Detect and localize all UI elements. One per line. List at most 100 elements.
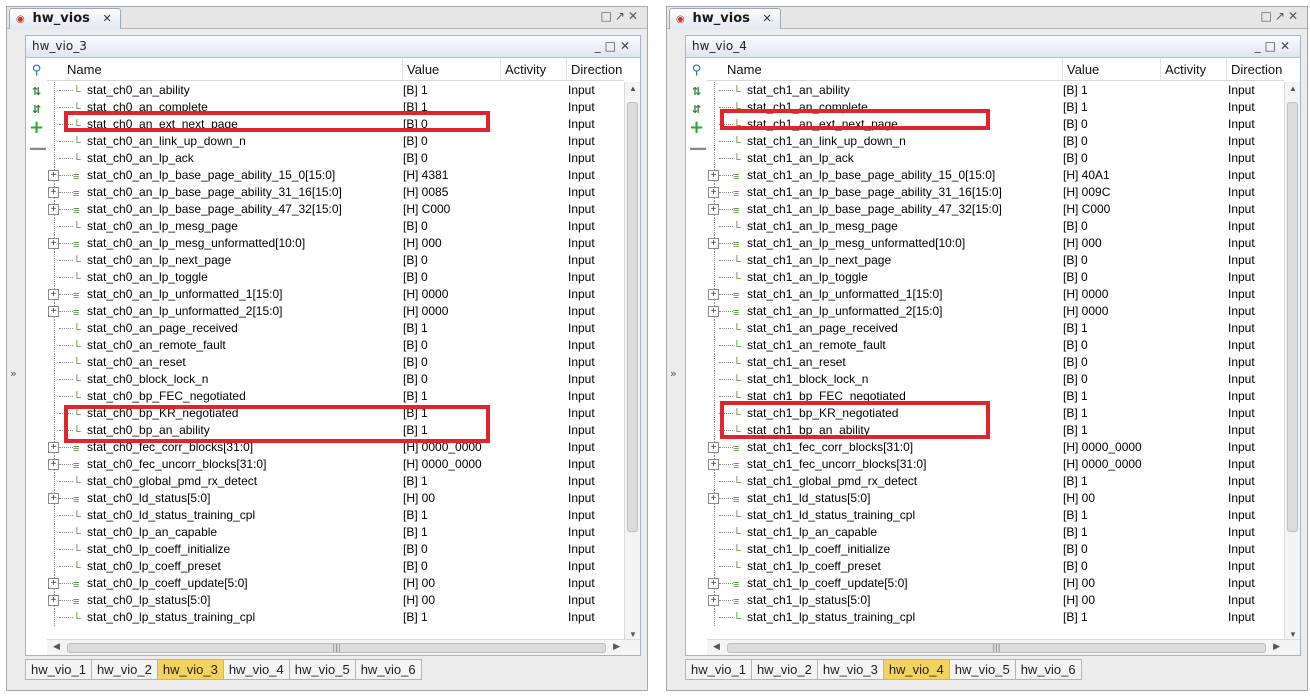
table-row[interactable]: └ stat_ch1_bp_an_ability [B] 1 Input (707, 422, 1284, 439)
probe-value[interactable]: [B] 0 (403, 269, 499, 286)
expand-node-icon[interactable]: + (48, 459, 59, 470)
expand-node-icon[interactable]: + (48, 442, 59, 453)
table-row[interactable]: └ stat_ch0_an_lp_toggle [B] 0 Input (47, 269, 624, 286)
probe-value[interactable]: [B] 1 (403, 388, 499, 405)
hw-vios-tab[interactable]: ◉ hw_vios ✕ (669, 8, 781, 29)
table-row[interactable]: + ≡ stat_ch0_fec_uncorr_blocks[31:0] [H] 00… (47, 456, 624, 473)
table-row[interactable]: + ≡ stat_ch0_an_lp_base_page_ability_15_0[… (47, 167, 624, 184)
table-row[interactable]: + ≡ stat_ch0_an_lp_base_page_ability_47_32… (47, 201, 624, 218)
probe-value[interactable]: [H] 00 (1063, 592, 1159, 609)
table-row[interactable]: └ stat_ch0_bp_KR_negotiated [B] 1 Input (47, 405, 624, 422)
table-row[interactable]: └ stat_ch0_an_reset [B] 0 Input (47, 354, 624, 371)
table-row[interactable]: └ stat_ch0_block_lock_n [B] 0 Input (47, 371, 624, 388)
probe-value[interactable]: [B] 0 (1063, 269, 1159, 286)
table-row[interactable]: └ stat_ch1_an_link_up_down_n [B] 0 Input (707, 133, 1284, 150)
remove-icon[interactable]: — (689, 140, 707, 158)
probe-value[interactable]: [B] 1 (403, 422, 499, 439)
probe-value[interactable]: [B] 0 (403, 252, 499, 269)
table-row[interactable]: └ stat_ch1_an_lp_ack [B] 0 Input (707, 150, 1284, 167)
probe-value[interactable]: [B] 0 (1063, 252, 1159, 269)
probe-value[interactable]: [H] 00 (403, 592, 499, 609)
probe-value[interactable]: [H] 0000 (403, 286, 499, 303)
tab-hw-vio-3[interactable]: hw_vio_3 (156, 659, 224, 680)
float-icon[interactable]: ↗ (615, 9, 628, 23)
probe-value[interactable]: [H] 000 (403, 235, 499, 252)
table-row[interactable]: └ stat_ch1_lp_coeff_initialize [B] 0 Input (707, 541, 1284, 558)
expand-node-icon[interactable]: + (708, 187, 719, 198)
probe-value[interactable]: [H] 009C (1063, 184, 1159, 201)
horizontal-scrollbar[interactable]: ◀ ||| ▶ (707, 639, 1300, 655)
close-icon[interactable]: ✕ (1288, 9, 1301, 23)
table-row[interactable]: + ≡ stat_ch0_fec_corr_blocks[31:0] [H] 0000… (47, 439, 624, 456)
expand-node-icon[interactable]: + (708, 442, 719, 453)
probe-value[interactable]: [B] 1 (1063, 473, 1159, 490)
tab-hw-vio-1[interactable]: hw_vio_1 (685, 659, 752, 680)
probe-value[interactable]: [B] 0 (1063, 218, 1159, 235)
table-row[interactable]: + ≡ stat_ch1_an_lp_base_page_ability_31_16… (707, 184, 1284, 201)
probe-value[interactable]: [B] 0 (403, 558, 499, 575)
table-row[interactable]: └ stat_ch0_an_link_up_down_n [B] 0 Input (47, 133, 624, 150)
restore-icon[interactable]: □ (601, 9, 615, 23)
probe-value[interactable]: [B] 1 (1063, 609, 1159, 626)
probe-value[interactable]: [B] 0 (1063, 558, 1159, 575)
probe-value[interactable]: [H] 40A1 (1063, 167, 1159, 184)
table-row[interactable]: └ stat_ch1_bp_KR_negotiated [B] 1 Input (707, 405, 1284, 422)
table-row[interactable]: + ≡ stat_ch0_lp_status[5:0] [H] 00 Input (47, 592, 624, 609)
expand-node-icon[interactable]: + (48, 289, 59, 300)
expand-all-icon[interactable]: ⇵ (29, 102, 44, 117)
tab-hw-vio-4[interactable]: hw_vio_4 (882, 659, 950, 680)
scroll-up-icon[interactable]: ▲ (629, 84, 637, 93)
probe-value[interactable]: [B] 0 (403, 218, 499, 235)
expand-node-icon[interactable]: + (48, 493, 59, 504)
probe-value[interactable]: [H] 0000 (1063, 286, 1159, 303)
probe-value[interactable]: [B] 1 (403, 82, 499, 99)
probe-value[interactable]: [B] 1 (1063, 507, 1159, 524)
probe-value[interactable]: [B] 1 (1063, 320, 1159, 337)
minimize-icon[interactable]: _ (595, 39, 605, 53)
expand-node-icon[interactable]: + (48, 595, 59, 606)
expand-node-icon[interactable]: + (48, 578, 59, 589)
probe-value[interactable]: [H] 000 (1063, 235, 1159, 252)
add-icon[interactable]: + (29, 119, 44, 137)
probe-value[interactable]: [B] 0 (403, 150, 499, 167)
table-row[interactable]: └ stat_ch0_an_remote_fault [B] 0 Input (47, 337, 624, 354)
probe-value[interactable]: [B] 1 (403, 507, 499, 524)
probe-value[interactable]: [B] 0 (1063, 541, 1159, 558)
expand-node-icon[interactable]: + (708, 493, 719, 504)
float-icon[interactable]: ↗ (1275, 9, 1288, 23)
expand-node-icon[interactable]: + (708, 459, 719, 470)
vertical-scrollbar[interactable]: ▲ ▼ (1284, 82, 1300, 641)
scroll-right-icon[interactable]: ▶ (613, 642, 620, 652)
probe-value[interactable]: [H] 0000_0000 (403, 456, 499, 473)
maximize-icon[interactable]: □ (1265, 39, 1280, 53)
restore-icon[interactable]: □ (1261, 9, 1275, 23)
table-row[interactable]: + ≡ stat_ch1_an_lp_mesg_unformatted[10:0] [… (707, 235, 1284, 252)
table-row[interactable]: └ stat_ch1_block_lock_n [B] 0 Input (707, 371, 1284, 388)
tab-hw-vio-5[interactable]: hw_vio_5 (288, 659, 356, 680)
table-row[interactable]: + ≡ stat_ch0_an_lp_mesg_unformatted[10:0] [… (47, 235, 624, 252)
table-row[interactable]: + ≡ stat_ch1_lp_status[5:0] [H] 00 Input (707, 592, 1284, 609)
probe-value[interactable]: [B] 1 (403, 524, 499, 541)
expand-node-icon[interactable]: + (48, 306, 59, 317)
table-row[interactable]: + ≡ stat_ch1_fec_corr_blocks[31:0] [H] 0000… (707, 439, 1284, 456)
probe-value[interactable]: [H] 4381 (403, 167, 499, 184)
table-row[interactable]: + ≡ stat_ch0_an_lp_unformatted_2[15:0] [H] … (47, 303, 624, 320)
probe-value[interactable]: [B] 1 (403, 473, 499, 490)
table-row[interactable]: └ stat_ch1_an_remote_fault [B] 0 Input (707, 337, 1284, 354)
tab-hw-vio-6[interactable]: hw_vio_6 (1014, 659, 1082, 680)
probe-value[interactable]: [B] 0 (1063, 133, 1159, 150)
table-row[interactable]: + ≡ stat_ch1_lp_coeff_update[5:0] [H] 00 Inp… (707, 575, 1284, 592)
column-header-value[interactable]: Value (403, 58, 501, 81)
probe-value[interactable]: [H] 00 (403, 490, 499, 507)
expand-all-icon[interactable]: ⇵ (689, 102, 704, 117)
tab-hw-vio-5[interactable]: hw_vio_5 (948, 659, 1016, 680)
probe-value[interactable]: [H] 0000_0000 (1063, 456, 1159, 473)
table-row[interactable]: └ stat_ch1_an_page_received [B] 1 Input (707, 320, 1284, 337)
table-row[interactable]: └ stat_ch0_an_lp_mesg_page [B] 0 Input (47, 218, 624, 235)
expand-panel-icon[interactable]: » (670, 367, 677, 380)
probe-value[interactable]: [B] 1 (1063, 99, 1159, 116)
table-row[interactable]: + ≡ stat_ch1_an_lp_unformatted_2[15:0] [H] … (707, 303, 1284, 320)
probe-value[interactable]: [H] 00 (403, 575, 499, 592)
probe-value[interactable]: [B] 1 (1063, 405, 1159, 422)
table-row[interactable]: └ stat_ch0_bp_FEC_negotiated [B] 1 Input (47, 388, 624, 405)
